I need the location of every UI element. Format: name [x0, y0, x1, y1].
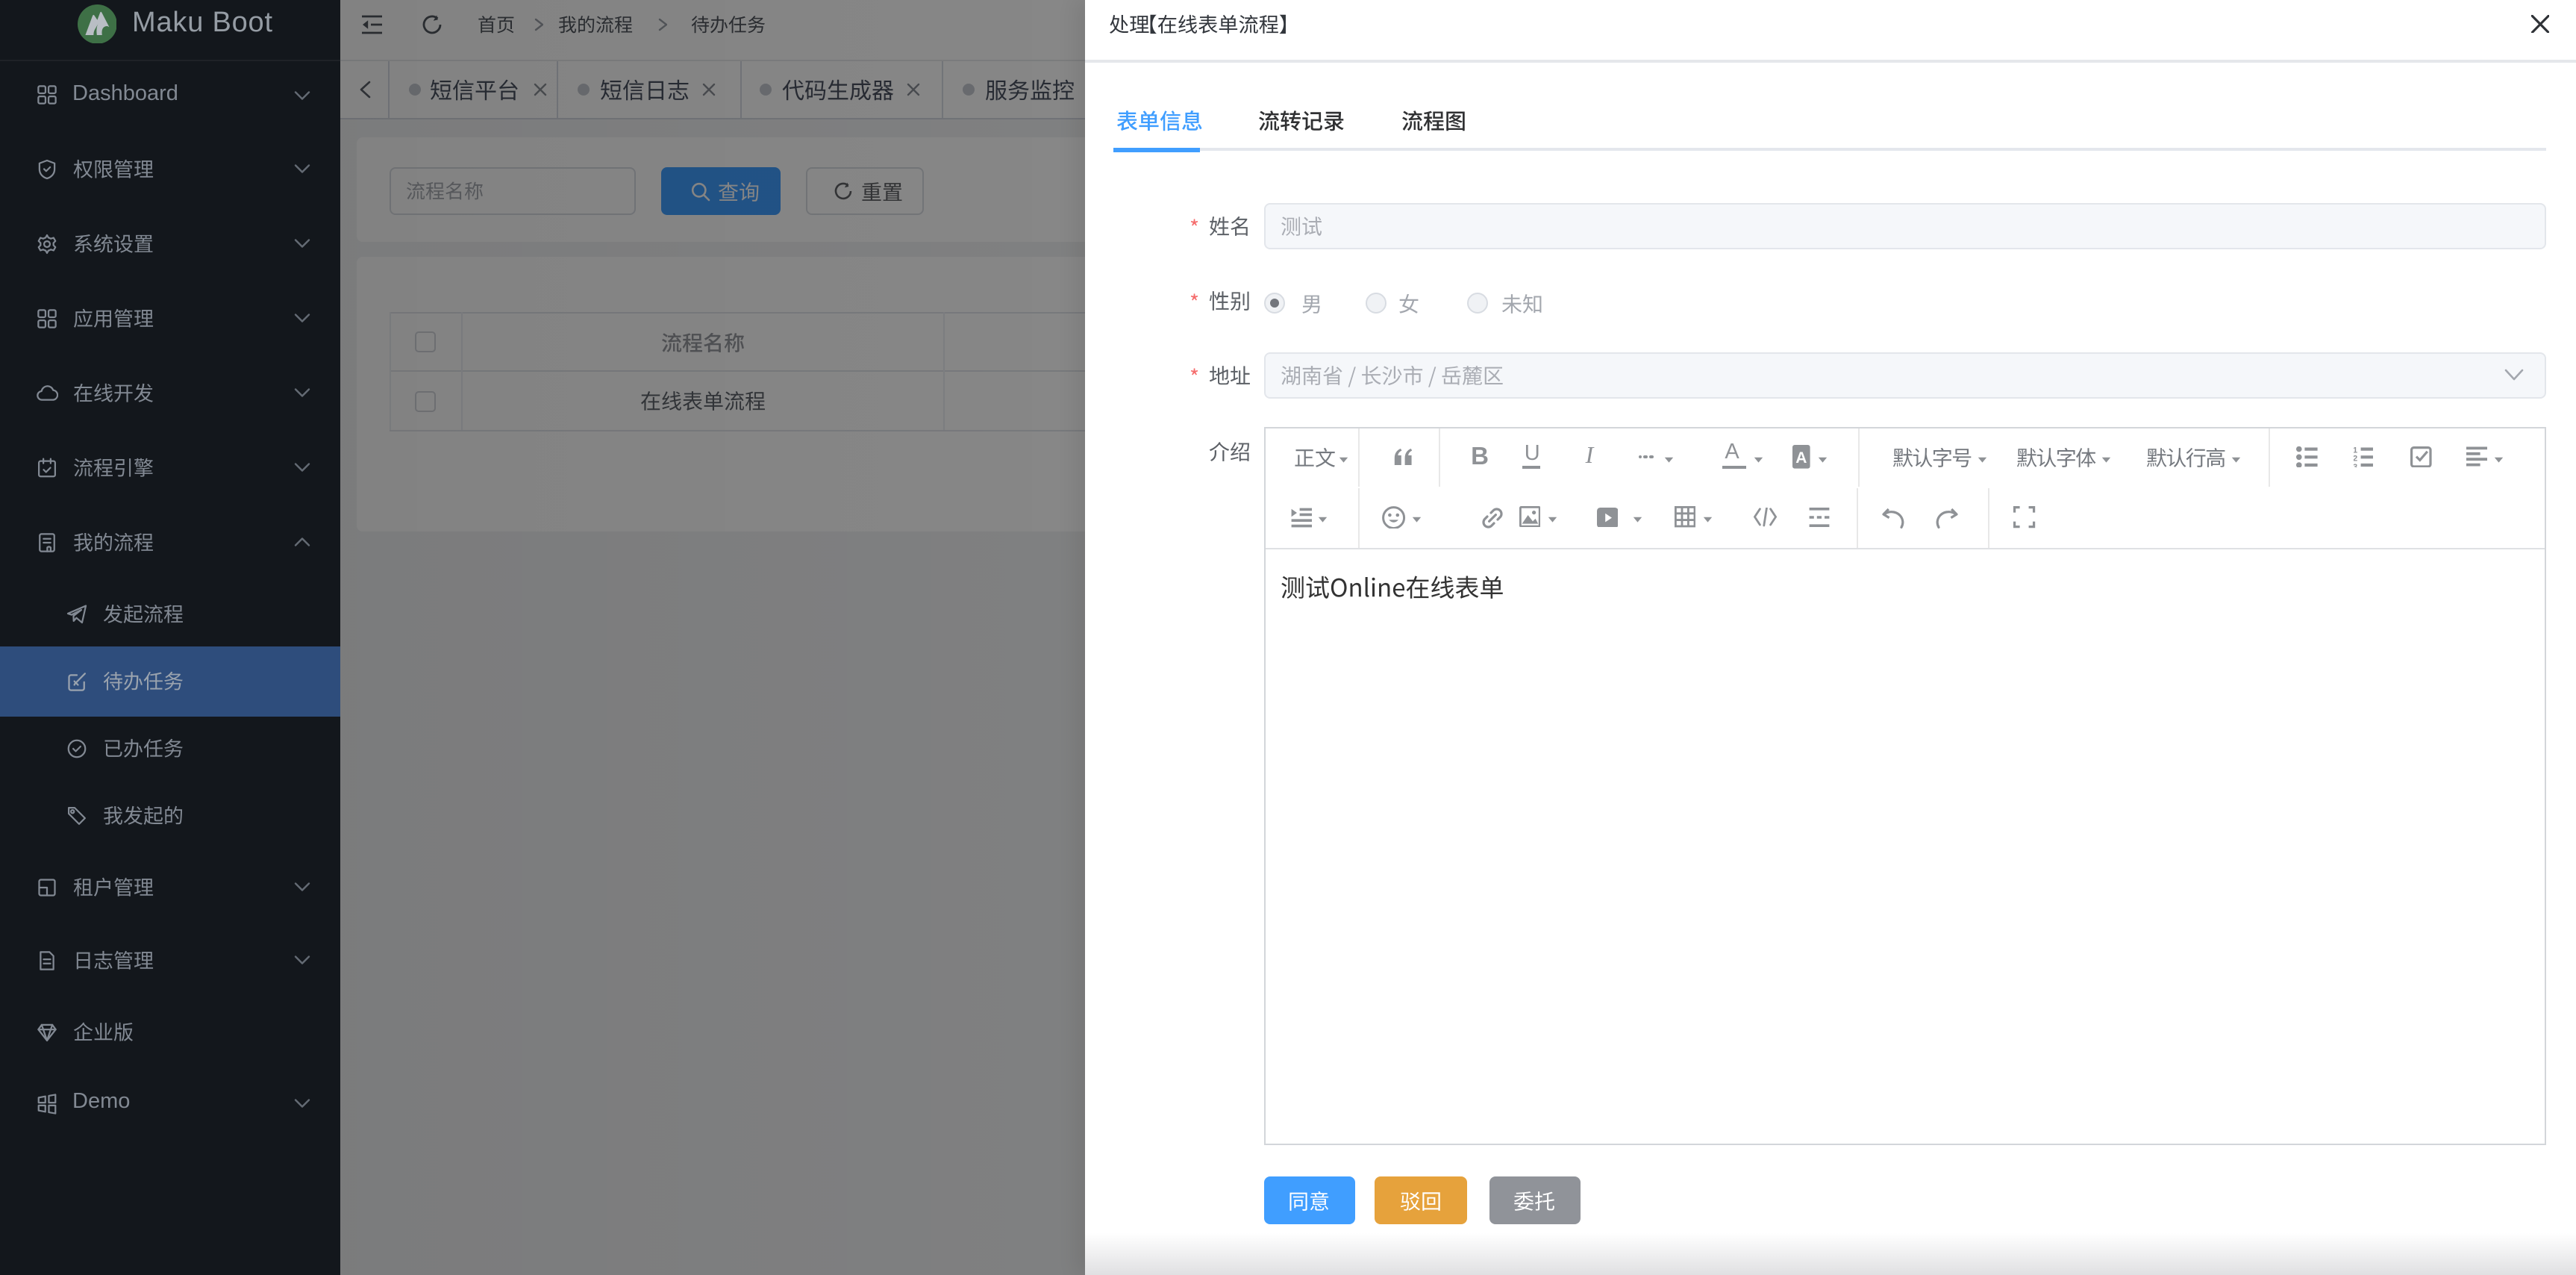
svg-text:3: 3	[2353, 463, 2357, 468]
svg-text:A: A	[1796, 450, 1807, 467]
